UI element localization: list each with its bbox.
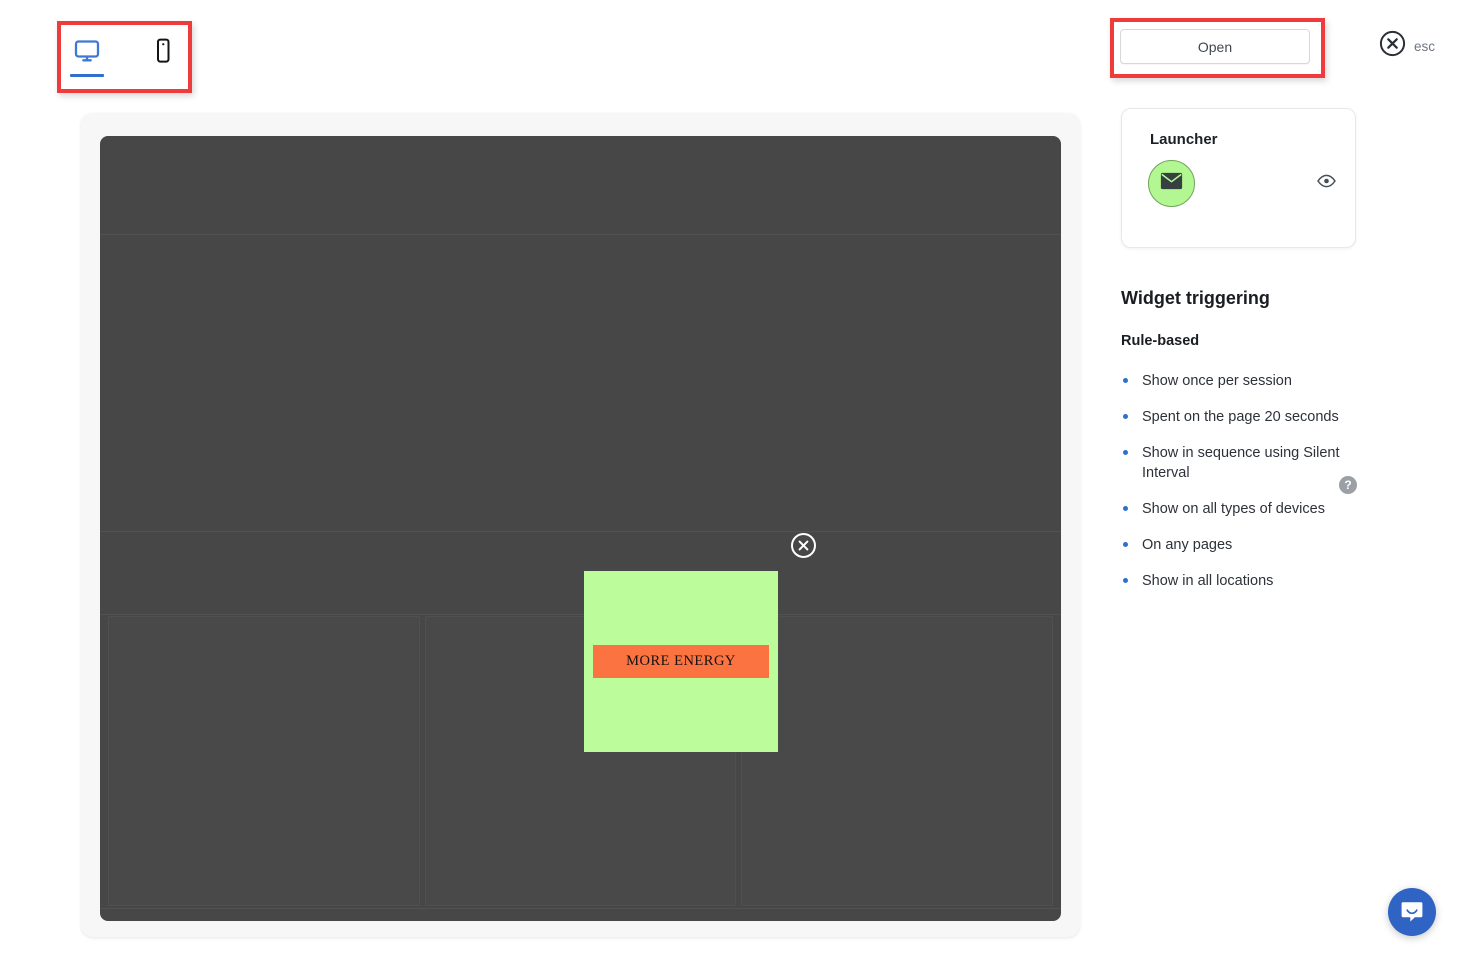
eye-icon[interactable] [1317, 174, 1336, 193]
widget-close-icon[interactable] [791, 533, 816, 558]
website-mockup: MORE ENERGY [100, 136, 1061, 921]
trigger-rule-item: Show once per session [1121, 371, 1371, 391]
trigger-rule-item: Show in sequence using Silent Interval [1121, 443, 1371, 483]
app-root: MORE ENERGY Open esc Launcher Widget tri… [0, 0, 1457, 955]
mockup-column [108, 616, 420, 906]
widget-preview-panel: MORE ENERGY [81, 113, 1080, 937]
trigger-rule-item: Spent on the page 20 seconds [1121, 407, 1371, 427]
device-tab-inactive-underline [146, 75, 180, 78]
mockup-divider [100, 908, 1061, 909]
trigger-rule-item: On any pages [1121, 535, 1371, 555]
trigger-rules-list: Show once per session Spent on the page … [1121, 371, 1371, 607]
widget-cta-button[interactable]: MORE ENERGY [593, 645, 769, 678]
device-tab-desktop[interactable] [66, 37, 108, 77]
device-tab-mobile[interactable] [142, 36, 184, 78]
trigger-rule-item: Show on all types of devices [1121, 499, 1371, 519]
mockup-divider [100, 531, 1061, 532]
device-tab-active-underline [69, 74, 104, 77]
widget-popup-preview: MORE ENERGY [584, 571, 778, 752]
mobile-phone-icon [154, 38, 172, 69]
device-toggle [61, 25, 188, 89]
widget-triggering-title: Widget triggering [1121, 288, 1270, 308]
desktop-monitor-icon [74, 39, 100, 68]
mockup-divider [100, 614, 1061, 615]
launcher-card: Launcher [1121, 108, 1356, 248]
trigger-rule-item: Show in all locations [1121, 571, 1371, 591]
envelope-icon [1160, 172, 1183, 195]
device-toggle-highlight [57, 21, 192, 93]
mockup-columns [108, 616, 1054, 906]
question-mark-help-icon[interactable]: ? [1339, 476, 1357, 494]
open-button[interactable]: Open [1120, 29, 1310, 64]
circle-x-icon[interactable] [1379, 30, 1406, 62]
launcher-title: Launcher [1150, 131, 1218, 148]
intercom-chat-bubble-icon[interactable] [1388, 888, 1436, 936]
launcher-avatar[interactable] [1148, 160, 1195, 207]
rule-based-subtitle: Rule-based [1121, 333, 1200, 349]
mockup-divider [100, 234, 1061, 235]
esc-label: esc [1414, 38, 1436, 54]
mockup-column [741, 616, 1054, 906]
close-preview-control[interactable]: esc [1379, 30, 1435, 62]
